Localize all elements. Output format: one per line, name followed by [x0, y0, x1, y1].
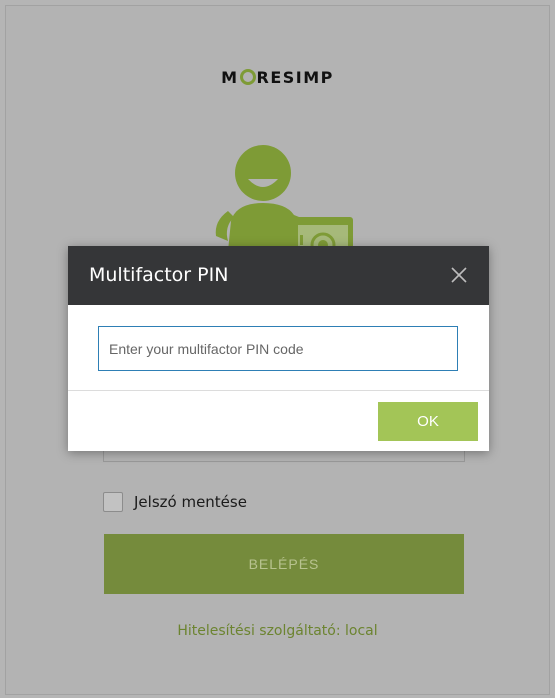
login-button[interactable]: BELÉPÉS	[104, 534, 464, 594]
logo-text-end: RESIMP	[256, 68, 334, 87]
auth-provider-text: Hitelesítési szolgáltató: local	[177, 623, 378, 639]
logo-o-ring-icon	[239, 69, 256, 85]
dialog-title: Multifactor PIN	[89, 264, 229, 286]
dialog-body	[68, 305, 489, 391]
moresimp-logo: M RESIMP	[6, 68, 549, 87]
pin-input[interactable]	[98, 326, 458, 371]
remember-password-row[interactable]: Jelszó mentése	[103, 492, 247, 512]
logo-text-start: M	[221, 68, 239, 87]
dialog-header: Multifactor PIN	[68, 246, 489, 305]
remember-password-checkbox[interactable]	[103, 492, 123, 512]
ok-button[interactable]: OK	[378, 402, 478, 441]
remember-password-label: Jelszó mentése	[134, 493, 247, 511]
multifactor-pin-dialog: Multifactor PIN OK	[68, 246, 489, 451]
close-icon[interactable]	[447, 263, 471, 287]
dialog-footer: OK	[68, 391, 489, 451]
mascot-with-safe-icon	[215, 145, 353, 251]
